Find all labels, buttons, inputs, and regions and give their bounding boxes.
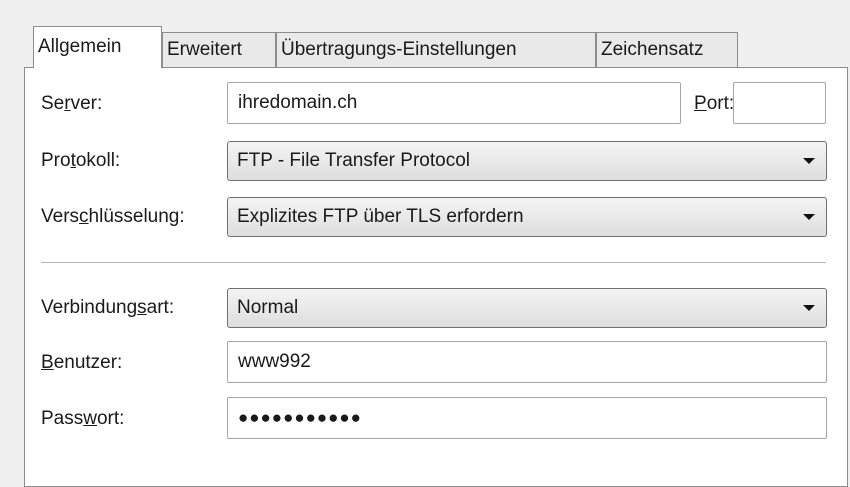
protokoll-select[interactable]: FTP - File Transfer Protocol (227, 141, 827, 181)
benutzer-input[interactable]: www992 (227, 341, 827, 383)
server-input[interactable]: ihredomain.ch (227, 82, 681, 124)
passwort-label: Passwort: (41, 408, 125, 429)
verbindungsart-select[interactable]: Normal (227, 288, 827, 328)
verbindungsart-label: Verbindungsart: (41, 297, 175, 318)
tab-allgemein[interactable]: Allgemein (33, 26, 162, 68)
chevron-down-icon (803, 158, 815, 164)
chevron-down-icon (803, 305, 815, 311)
verschluesselung-value: Explizites FTP über TLS erfordern (237, 206, 524, 227)
port-input[interactable] (733, 82, 826, 124)
tab-zeichensatz[interactable]: Zeichensatz (596, 32, 738, 68)
port-label: Port: (694, 93, 735, 114)
verschluesselung-select[interactable]: Explizites FTP über TLS erfordern (227, 197, 827, 237)
passwort-input[interactable]: ●●●●●●●●●●● (227, 397, 827, 439)
chevron-down-icon (803, 214, 815, 220)
section-divider (41, 262, 826, 263)
verbindungsart-value: Normal (237, 297, 299, 318)
verschluesselung-label: Verschlüsselung: (41, 206, 185, 227)
protokoll-value: FTP - File Transfer Protocol (237, 150, 470, 171)
server-label: Server: (41, 93, 103, 114)
benutzer-label: Benutzer: (41, 352, 123, 373)
protokoll-label: Protokoll: (41, 150, 121, 171)
tab-erweitert[interactable]: Erweitert (162, 32, 276, 68)
tab-uebertragungs-einstellungen[interactable]: Übertragungs-Einstellungen (276, 32, 596, 68)
